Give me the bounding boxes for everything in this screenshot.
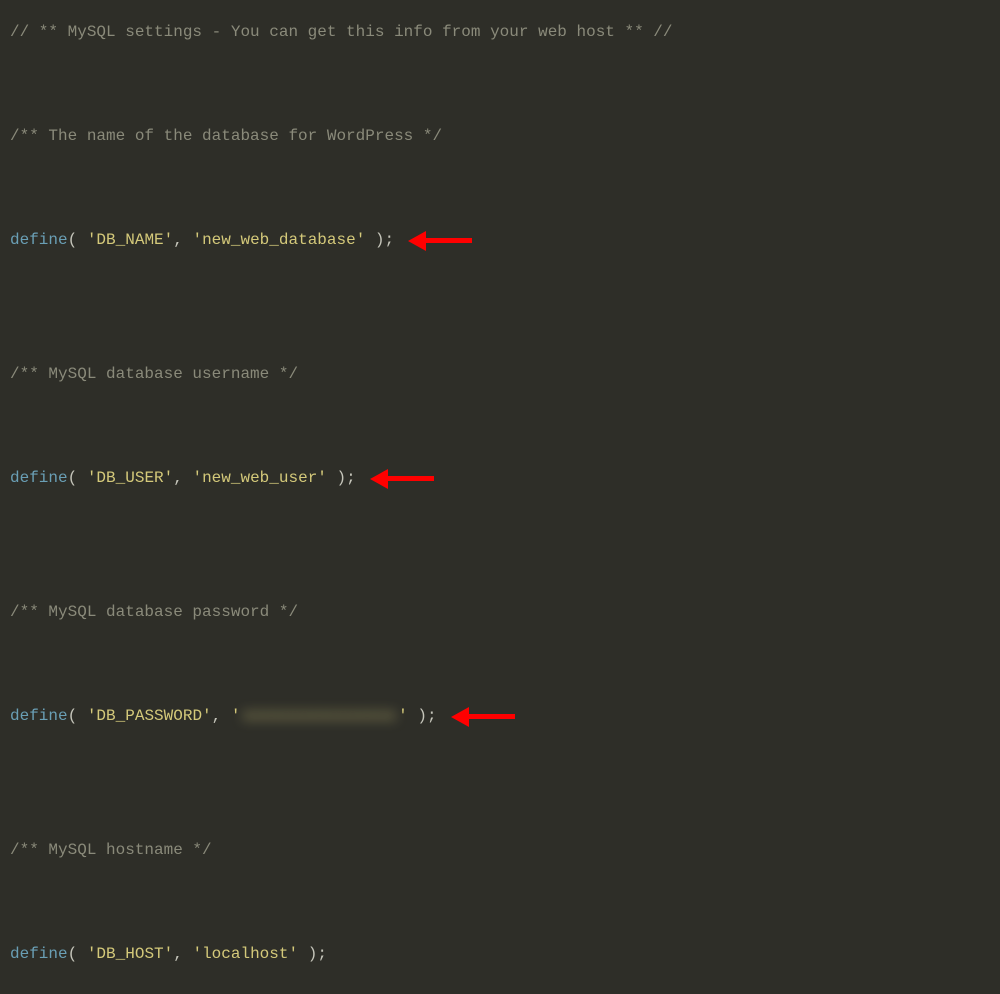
dbhost-key: 'DB_HOST' xyxy=(87,942,173,966)
comma: , xyxy=(173,942,183,966)
define-dbuser-line: define( 'DB_USER', 'new_web_user' ); xyxy=(10,466,990,490)
comment-dbuser-line: /** MySQL database username */ xyxy=(10,362,990,386)
arrow-annotation-icon xyxy=(465,714,515,719)
define-keyword: define xyxy=(10,466,68,490)
comment-dbhost: /** MySQL hostname */ xyxy=(10,838,212,862)
code-block: // ** MySQL settings - You can get this … xyxy=(10,20,990,994)
dbpass-quote-close: ' xyxy=(398,704,408,728)
paren-close: ) xyxy=(417,704,427,728)
paren-close: ) xyxy=(308,942,318,966)
define-dbhost-line: define( 'DB_HOST', 'localhost' ); xyxy=(10,942,990,966)
semicolon: ; xyxy=(317,942,327,966)
dbname-value: 'new_web_database' xyxy=(192,228,365,252)
paren-open: ( xyxy=(68,942,78,966)
dbname-key: 'DB_NAME' xyxy=(87,228,173,252)
dbpass-key: 'DB_PASSWORD' xyxy=(87,704,212,728)
paren-open: ( xyxy=(68,704,78,728)
dbhost-value: 'localhost' xyxy=(192,942,298,966)
semicolon: ; xyxy=(385,228,395,252)
comment-dbname-line: /** The name of the database for WordPre… xyxy=(10,124,990,148)
semicolon: ; xyxy=(346,466,356,490)
comment-dbhost-line: /** MySQL hostname */ xyxy=(10,838,990,862)
comma: , xyxy=(212,704,222,728)
dbuser-value: 'new_web_user' xyxy=(192,466,326,490)
comma: , xyxy=(173,228,183,252)
comment-dbpass-line: /** MySQL database password */ xyxy=(10,600,990,624)
comment-dbname: /** The name of the database for WordPre… xyxy=(10,124,442,148)
paren-open: ( xyxy=(68,466,78,490)
define-keyword: define xyxy=(10,228,68,252)
define-dbname-line: define( 'DB_NAME', 'new_web_database' ); xyxy=(10,228,990,252)
dbuser-key: 'DB_USER' xyxy=(87,466,173,490)
comment-dbuser: /** MySQL database username */ xyxy=(10,362,298,386)
semicolon: ; xyxy=(427,704,437,728)
paren-close: ) xyxy=(375,228,385,252)
dbpass-quote-open: ' xyxy=(231,704,241,728)
comment-header: // ** MySQL settings - You can get this … xyxy=(10,20,673,44)
paren-close: ) xyxy=(337,466,347,490)
define-keyword: define xyxy=(10,704,68,728)
arrow-annotation-icon xyxy=(384,476,434,481)
paren-open: ( xyxy=(68,228,78,252)
comma: , xyxy=(173,466,183,490)
comment-dbpass: /** MySQL database password */ xyxy=(10,600,298,624)
dbpass-value-blurred: xxxxxxxxxxxxxxxx xyxy=(240,704,398,728)
define-keyword: define xyxy=(10,942,68,966)
comment-header-line: // ** MySQL settings - You can get this … xyxy=(10,20,990,44)
arrow-annotation-icon xyxy=(422,238,472,243)
define-dbpass-line: define( 'DB_PASSWORD', 'xxxxxxxxxxxxxxxx… xyxy=(10,704,990,728)
